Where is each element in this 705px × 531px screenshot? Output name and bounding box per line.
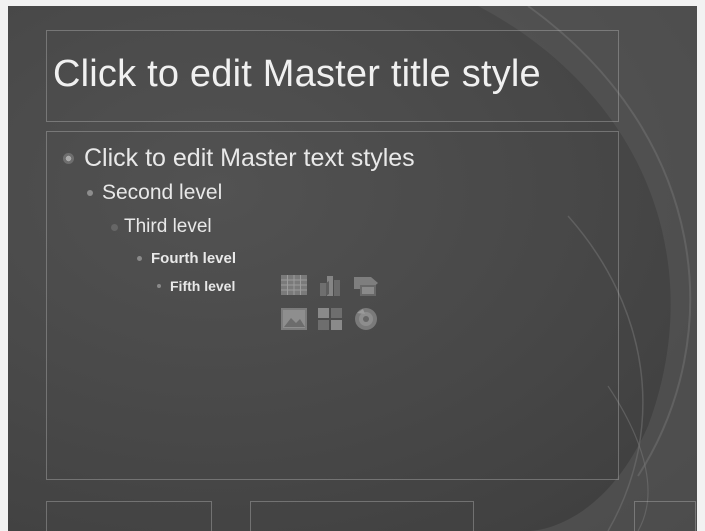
insert-content-icons xyxy=(279,271,387,335)
insert-table-icon[interactable] xyxy=(279,271,309,299)
text-level-4-label: Fourth level xyxy=(151,250,237,267)
slide-master-canvas: Click to edit Master title style Click t… xyxy=(8,6,697,531)
master-title-text[interactable]: Click to edit Master title style xyxy=(53,53,541,96)
bullet-icon xyxy=(157,284,161,288)
insert-picture-icon[interactable] xyxy=(279,305,309,333)
text-level-2-label: Second level xyxy=(102,181,223,204)
text-level-3-label: Third level xyxy=(124,216,212,237)
content-placeholder[interactable]: Click to edit Master text styles Second … xyxy=(46,131,619,480)
insert-chart-icon[interactable] xyxy=(315,271,345,299)
text-level-4[interactable]: Fourth level xyxy=(137,250,236,267)
text-level-3[interactable]: Third level xyxy=(111,216,212,238)
slide-number-placeholder[interactable] xyxy=(634,501,696,531)
date-placeholder[interactable] xyxy=(46,501,212,531)
text-level-1-label: Click to edit Master text styles xyxy=(84,144,415,172)
text-level-2[interactable]: Second level xyxy=(87,181,222,205)
insert-media-icon[interactable] xyxy=(351,305,381,333)
title-placeholder[interactable]: Click to edit Master title style xyxy=(46,30,619,122)
insert-clipart-icon[interactable] xyxy=(315,305,345,333)
bullet-icon xyxy=(87,190,93,196)
bullet-icon xyxy=(63,153,74,164)
window-frame: Click to edit Master title style Click t… xyxy=(0,0,705,531)
text-level-5[interactable]: Fifth level xyxy=(157,278,235,294)
insert-smartart-icon[interactable] xyxy=(351,271,381,299)
text-level-1[interactable]: Click to edit Master text styles xyxy=(63,144,415,173)
bullet-icon xyxy=(137,256,142,261)
bullet-icon xyxy=(111,223,118,231)
text-level-5-label: Fifth level xyxy=(170,278,236,294)
footer-placeholder[interactable] xyxy=(250,501,474,531)
